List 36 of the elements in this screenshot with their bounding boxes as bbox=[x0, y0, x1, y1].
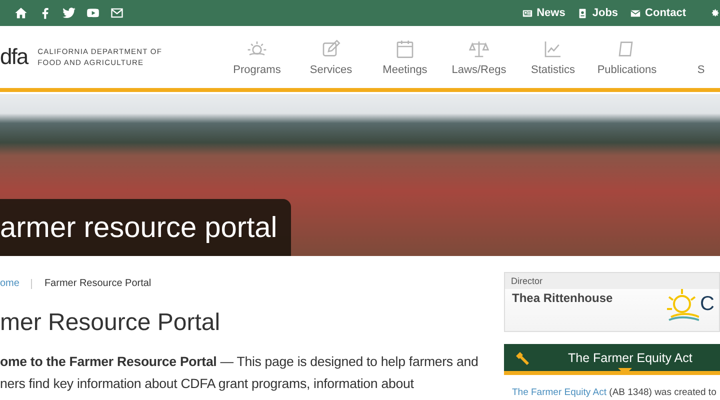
director-name: Thea Rittenhouse bbox=[512, 291, 613, 305]
video-play-icon[interactable] bbox=[86, 6, 100, 20]
page-heading: mer Resource Portal bbox=[0, 309, 222, 337]
mail-icon[interactable] bbox=[110, 6, 124, 20]
scales-icon bbox=[469, 38, 489, 58]
newspaper-icon bbox=[522, 8, 533, 18]
breadcrumb-link[interactable]: ome bbox=[0, 278, 20, 289]
nav-link[interactable]: Programs bbox=[220, 38, 294, 76]
home-icon[interactable] bbox=[14, 6, 28, 20]
act-link[interactable]: The Farmer Equity Act bbox=[512, 387, 607, 398]
director-label: Director bbox=[505, 273, 719, 289]
act-description: The Farmer Equity Act (AB 1348) was created to bbox=[512, 387, 716, 398]
nav-link[interactable]: Publications bbox=[590, 38, 664, 76]
line-chart-icon bbox=[543, 38, 563, 58]
twitter-icon[interactable] bbox=[62, 6, 76, 20]
sun-logo-icon bbox=[665, 287, 699, 321]
nav-link[interactable]: Services bbox=[294, 38, 368, 76]
sun-icon bbox=[247, 38, 267, 58]
envelope-icon bbox=[630, 8, 642, 18]
nav-link[interactable]: Meetings bbox=[368, 38, 442, 76]
top-link[interactable]: Contact bbox=[630, 7, 686, 19]
top-link[interactable]: News bbox=[522, 7, 566, 19]
banner-title: armer resource portal bbox=[0, 199, 292, 256]
intro-paragraph: ome to the Farmer Resource Portal — This page is designed to help farmers and ners find key information about CDFA grant programs, information about bbox=[0, 353, 480, 393]
logo-text[interactable]: dfa bbox=[0, 44, 28, 70]
badge-icon bbox=[577, 8, 588, 18]
logo-text: C bbox=[700, 292, 714, 316]
nav-link[interactable]: Statistics bbox=[516, 38, 590, 76]
pencil-square-icon bbox=[321, 38, 341, 58]
nav-link[interactable]: Laws/Regs bbox=[442, 38, 516, 76]
top-link[interactable]: Jobs bbox=[577, 7, 618, 19]
breadcrumb-current: Farmer Resource Portal bbox=[44, 278, 152, 289]
section-title: The Farmer Equity Act bbox=[568, 350, 692, 364]
gavel-icon bbox=[514, 350, 530, 366]
calendar-icon bbox=[395, 38, 415, 58]
nav-link[interactable]: S bbox=[664, 38, 720, 76]
